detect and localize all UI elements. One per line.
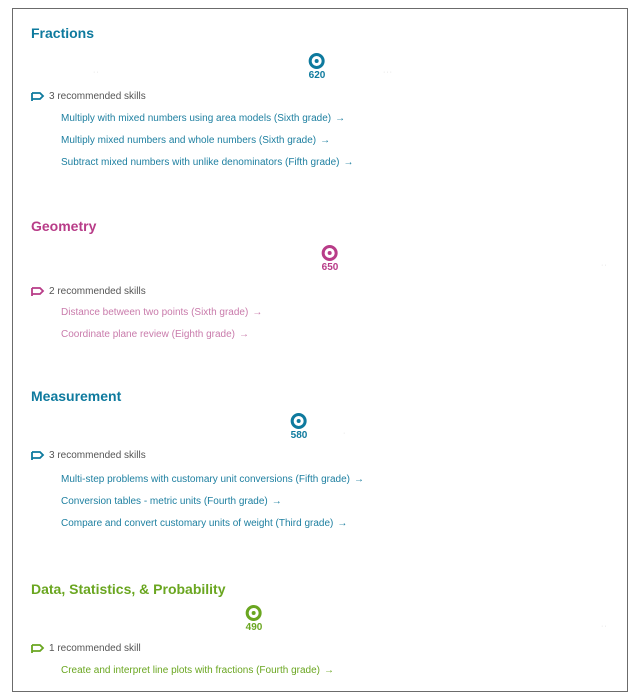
recommended-count: 3 recommended skills xyxy=(49,91,146,102)
skill-label: Subtract mixed numbers with unlike denom… xyxy=(61,157,340,168)
skill-label: Conversion tables - metric units (Fourth… xyxy=(61,496,268,507)
recommended-label: 3 recommended skills xyxy=(31,91,146,102)
score-marker: 580 xyxy=(290,413,308,441)
score-value: 490 xyxy=(245,622,263,633)
score-marker-icon xyxy=(246,605,262,621)
recommended-count: 1 recommended skill xyxy=(49,643,141,654)
skill-link[interactable]: Distance between two points (Sixth grade… xyxy=(61,307,262,318)
section-title: Geometry xyxy=(31,218,97,234)
recommended-label: 1 recommended skill xyxy=(31,643,141,654)
skill-label: Coordinate plane review (Eighth grade) xyxy=(61,329,235,340)
recommended-count: 3 recommended skills xyxy=(49,450,146,461)
skill-label: Create and interpret line plots with fra… xyxy=(61,665,321,676)
score-marker: 650 xyxy=(321,245,339,273)
scale-tick: ·· xyxy=(601,623,608,630)
skill-label: Multiply mixed numbers and whole numbers… xyxy=(61,135,317,146)
arrow-right-icon: → xyxy=(324,665,335,676)
skill-report-panel: Fractions ·· ··· 620 3 recommended skill… xyxy=(12,8,628,692)
section-title: Fractions xyxy=(31,25,95,41)
scale-tick: · xyxy=(343,430,347,437)
score-value: 620 xyxy=(308,70,326,81)
score-marker-icon xyxy=(322,245,338,261)
recommended-count: 2 recommended skills xyxy=(49,286,146,297)
skill-label: Compare and convert customary units of w… xyxy=(61,518,334,529)
skill-link[interactable]: Subtract mixed numbers with unlike denom… xyxy=(61,157,353,168)
score-marker-icon xyxy=(309,53,325,69)
scale-tick: ·· xyxy=(93,69,100,76)
section-title: Data, Statistics, & Probability xyxy=(31,581,226,597)
skill-link[interactable]: Multiply with mixed numbers using area m… xyxy=(61,113,345,124)
arrow-right-icon: → xyxy=(252,307,263,318)
score-value: 580 xyxy=(290,430,308,441)
skill-link[interactable]: Compare and convert customary units of w… xyxy=(61,518,347,529)
arrow-right-icon: → xyxy=(337,518,348,529)
flag-icon xyxy=(31,286,45,296)
arrow-right-icon: → xyxy=(239,329,249,340)
flag-icon xyxy=(31,643,45,653)
score-marker: 620 xyxy=(308,53,326,81)
arrow-right-icon: → xyxy=(335,113,346,124)
score-marker: 490 xyxy=(245,605,263,633)
scale-tick: ··· xyxy=(383,69,393,76)
flag-icon xyxy=(31,91,45,101)
skill-label: Multiply with mixed numbers using area m… xyxy=(61,113,332,124)
flag-icon xyxy=(31,450,45,460)
scale-tick: ·· xyxy=(601,262,608,269)
skill-label: Distance between two points (Sixth grade… xyxy=(61,307,249,318)
skill-label: Multi-step problems with customary unit … xyxy=(61,474,350,485)
section-title: Measurement xyxy=(31,388,122,404)
arrow-right-icon: → xyxy=(343,157,354,168)
score-marker-icon xyxy=(291,413,307,429)
score-value: 650 xyxy=(321,262,339,273)
recommended-label: 3 recommended skills xyxy=(31,450,146,461)
skill-link[interactable]: Create and interpret line plots with fra… xyxy=(61,665,334,676)
arrow-right-icon: → xyxy=(271,496,282,507)
skill-link[interactable]: Multi-step problems with customary unit … xyxy=(61,474,364,485)
skill-link[interactable]: Conversion tables - metric units (Fourth… xyxy=(61,496,282,507)
arrow-right-icon: → xyxy=(320,135,331,146)
recommended-label: 2 recommended skills xyxy=(31,286,146,297)
arrow-right-icon: → xyxy=(354,474,364,485)
skill-link[interactable]: Coordinate plane review (Eighth grade) → xyxy=(61,329,249,340)
skill-link[interactable]: Multiply mixed numbers and whole numbers… xyxy=(61,135,330,146)
